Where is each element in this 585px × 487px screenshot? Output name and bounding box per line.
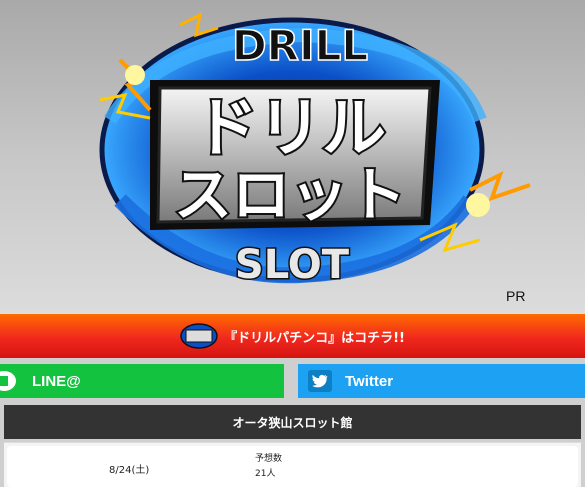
logo-top-text: DRILL	[232, 21, 368, 70]
prediction-label: 予想数	[255, 454, 283, 464]
drill-pachinko-logo-icon	[180, 323, 218, 349]
store-header[interactable]: オータ狭山スロット館	[4, 405, 581, 439]
pachinko-banner-link[interactable]: 『ドリルパチンコ』はコチラ!!	[0, 314, 585, 358]
store-date: 8/24(土)	[109, 465, 150, 476]
twitter-label: Twitter	[345, 372, 394, 390]
line-icon	[0, 364, 20, 398]
store-card[interactable]: 8/24(土) 予想数 21人	[4, 442, 581, 487]
prediction-value: 21人	[255, 469, 276, 479]
logo-bottom-text: SLOT	[235, 242, 350, 288]
twitter-bird-icon	[308, 370, 332, 392]
pr-label: PR	[506, 288, 526, 304]
logo-main-line1: ドリル	[194, 92, 386, 166]
store-name: オータ狭山スロット館	[232, 415, 353, 430]
twitter-button[interactable]: Twitter	[298, 364, 585, 398]
line-button[interactable]: LINE@	[0, 364, 284, 398]
banner-text: 『ドリルパチンコ』はコチラ!!	[224, 330, 405, 346]
logo-main-line2: スロット	[174, 161, 406, 229]
store-card-inner: 8/24(土) 予想数 21人	[7, 446, 578, 487]
hero-banner: DRILL ドリル スロット SLOT PR	[0, 0, 585, 314]
drill-slot-logo: DRILL ドリル スロット SLOT	[99, 12, 531, 290]
line-label: LINE@	[32, 372, 81, 390]
